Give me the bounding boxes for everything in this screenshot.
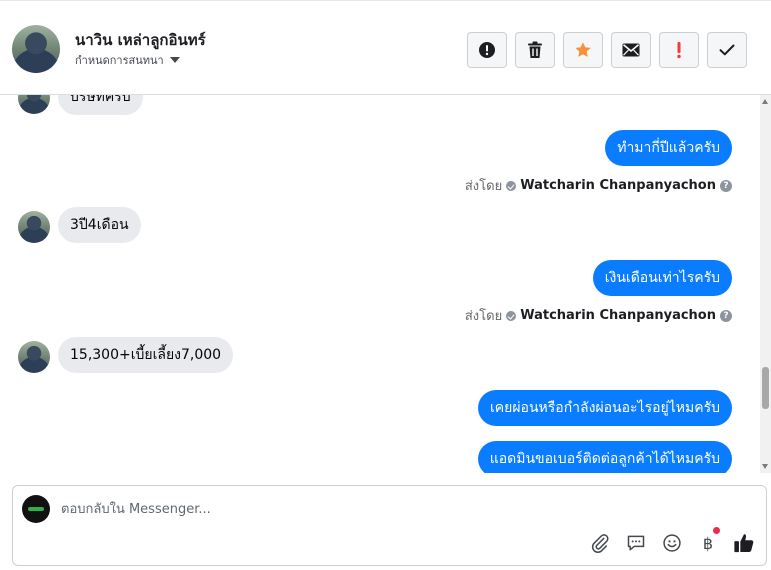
alert-circle-icon (479, 42, 495, 58)
contact-name[interactable]: นาวิน เหล่าลูกอินทร์ (75, 28, 206, 52)
incoming-message[interactable]: 15,300+เบี้ยเลี้ยง7,000 (58, 337, 234, 373)
emoji-button[interactable] (660, 531, 684, 555)
scroll-up-arrow-icon[interactable] (762, 99, 768, 104)
sender-name[interactable]: Watcharin Chanpanyachon (520, 308, 716, 323)
emoji-icon (663, 534, 681, 552)
contact-avatar-small (18, 211, 50, 243)
payment-button[interactable]: ฿ (696, 527, 720, 555)
outgoing-message[interactable]: เคยผ่อนหรือกำลังผ่อนอะไรอยู่ไหมครับ (478, 390, 732, 426)
sent-by-label: ส่งโดย (464, 309, 503, 324)
baht-payment-icon: ฿ (702, 533, 714, 553)
composer-tools: ฿ (588, 527, 756, 555)
star-button[interactable] (563, 32, 603, 68)
verified-check-icon (506, 310, 517, 321)
notification-dot (713, 527, 720, 534)
contact-avatar-small (18, 341, 50, 373)
sent-by-label: ส่งโดย (464, 179, 503, 194)
sender-name[interactable]: Watcharin Chanpanyachon (520, 178, 716, 193)
message-thread: บริษัทครับ ทำมากี่ปีแล้วครับ ส่งโดย Watc… (0, 95, 760, 473)
exclamation-icon (677, 42, 681, 59)
scroll-down-arrow-icon[interactable] (762, 464, 768, 469)
chevron-down-icon (169, 57, 180, 63)
attach-file-button[interactable] (588, 531, 612, 555)
page-avatar (22, 495, 50, 523)
incoming-message[interactable]: บริษัทครับ (58, 95, 143, 115)
conversation-settings-label: กำหนดการสนทนา (75, 54, 164, 67)
quick-reply-button[interactable] (624, 531, 648, 555)
header-actions (467, 32, 747, 68)
outgoing-message[interactable]: ทำมากี่ปีแล้วครับ (605, 130, 732, 166)
delete-button[interactable] (515, 32, 555, 68)
outgoing-message[interactable]: เงินเดือนเท่าไรครับ (592, 260, 732, 296)
help-icon[interactable]: ? (720, 309, 732, 322)
sent-by-line: ส่งโดย Watcharin Chanpanyachon ? (465, 175, 732, 196)
contact-avatar-small (18, 95, 50, 114)
scroll-thumb[interactable] (762, 367, 769, 409)
star-icon (575, 42, 591, 57)
follow-up-button[interactable] (659, 32, 699, 68)
verified-check-icon (506, 180, 517, 191)
reply-input[interactable] (61, 498, 741, 520)
sent-by-line: ส่งโดย Watcharin Chanpanyachon ? (465, 305, 732, 326)
conversation-settings-dropdown[interactable]: กำหนดการสนทนา (75, 51, 180, 69)
trash-icon (528, 41, 542, 58)
send-like-button[interactable] (732, 531, 756, 555)
thumbs-up-icon (734, 534, 754, 553)
thread-scrollbar[interactable] (760, 95, 771, 473)
quick-reply-icon (627, 535, 645, 551)
incoming-message[interactable]: 3ปี4เดือน (58, 207, 141, 243)
outgoing-message[interactable]: แอดมินขอเบอร์ติดต่อลูกค้าได้ไหมครับ (477, 441, 732, 473)
help-icon[interactable]: ? (720, 179, 732, 192)
conversation-header: นาวิน เหล่าลูกอินทร์ กำหนดการสนทนา (0, 0, 771, 95)
reply-composer: ฿ (12, 485, 767, 566)
contact-avatar[interactable] (12, 25, 60, 73)
mark-unread-button[interactable] (611, 32, 651, 68)
paperclip-icon (591, 534, 609, 553)
envelope-icon (622, 43, 640, 57)
mark-done-button[interactable] (707, 32, 747, 68)
report-spam-button[interactable] (467, 32, 507, 68)
check-icon (719, 44, 735, 56)
